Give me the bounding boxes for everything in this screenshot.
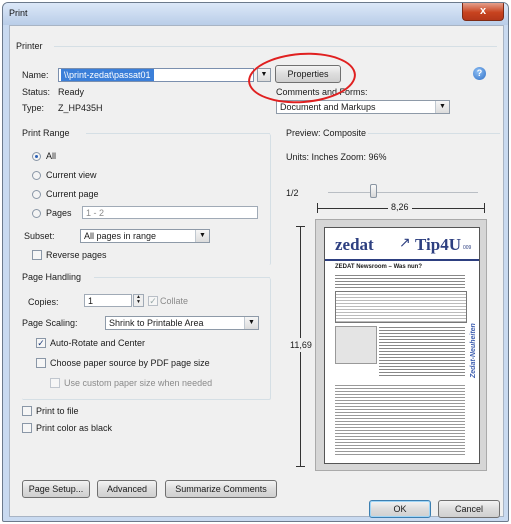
help-icon[interactable]: ? bbox=[473, 67, 486, 80]
status-label: Status: bbox=[22, 87, 51, 97]
subset-value: All pages in range bbox=[84, 231, 157, 241]
custom-paper-label: Use custom paper size when needed bbox=[64, 378, 213, 388]
preview-body-text bbox=[335, 384, 465, 456]
page-scaling-value: Shrink to Printable Area bbox=[109, 318, 204, 328]
radio-pages[interactable] bbox=[32, 209, 41, 218]
chevron-down-icon: ▼ bbox=[244, 317, 258, 329]
copies-input[interactable]: 1 bbox=[84, 294, 132, 307]
ok-button[interactable]: OK bbox=[369, 500, 431, 518]
option-pages-label: Pages bbox=[46, 208, 72, 218]
advanced-button[interactable]: Advanced bbox=[97, 480, 157, 498]
preview-headline: ZEDAT Newsroom – Was nun? bbox=[335, 264, 423, 270]
reverse-pages-label: Reverse pages bbox=[46, 250, 107, 260]
subset-label: Subset: bbox=[24, 231, 55, 241]
option-all-label: All bbox=[46, 151, 57, 161]
page-scaling-select[interactable]: Shrink to Printable Area ▼ bbox=[105, 316, 259, 330]
banner-rule bbox=[325, 259, 479, 261]
preview-column-text bbox=[379, 326, 465, 378]
print-range-group bbox=[22, 134, 271, 265]
page-scaling-label: Page Scaling: bbox=[22, 318, 78, 328]
highlight-ellipse bbox=[246, 49, 358, 107]
preview-title: Preview: Composite bbox=[286, 128, 367, 138]
height-ruler-start bbox=[296, 226, 305, 227]
preview-area: zedat ↗ Tip4U 009 ZEDAT Newsroom – Was n… bbox=[315, 219, 487, 471]
copies-label: Copies: bbox=[28, 297, 59, 307]
printer-name-label: Name: bbox=[22, 70, 49, 80]
comments-forms-value: Document and Markups bbox=[280, 102, 376, 112]
page-indicator: 1/2 bbox=[286, 188, 299, 198]
brand-right: Tip4U bbox=[415, 235, 461, 254]
print-range-divider bbox=[86, 133, 270, 134]
preview-height: 11,69 bbox=[290, 338, 312, 352]
cursor-logo-icon: ↗ bbox=[399, 234, 411, 250]
cancel-button[interactable]: Cancel bbox=[438, 500, 500, 518]
option-current-page-label: Current page bbox=[46, 189, 99, 199]
preview-divider bbox=[368, 133, 500, 134]
printer-divider bbox=[54, 46, 497, 47]
preview-banner: zedat ↗ Tip4U 009 bbox=[325, 228, 479, 260]
paper-source-label: Choose paper source by PDF page size bbox=[50, 358, 210, 368]
print-color-black-checkbox[interactable] bbox=[22, 423, 32, 433]
preview-side-text: Zedat-Neuheiten bbox=[470, 323, 477, 378]
preview-width: 8,26 bbox=[388, 202, 412, 212]
paper-source-checkbox[interactable] bbox=[36, 358, 46, 368]
status-value: Ready bbox=[58, 87, 85, 97]
preview-table bbox=[335, 291, 467, 323]
close-button[interactable]: x bbox=[462, 3, 504, 21]
printer-name-value: \\print-zedat\passat01 bbox=[61, 69, 154, 81]
collate-checkbox[interactable]: ✓ bbox=[148, 296, 158, 306]
height-ruler-end bbox=[296, 466, 305, 467]
width-ruler-end bbox=[484, 203, 485, 213]
reverse-pages-checkbox[interactable] bbox=[32, 250, 42, 260]
type-label: Type: bbox=[22, 103, 45, 113]
radio-current-page[interactable] bbox=[32, 190, 41, 199]
custom-paper-checkbox[interactable] bbox=[50, 378, 60, 388]
type-value: Z_HP435H bbox=[58, 103, 103, 113]
auto-rotate-label: Auto-Rotate and Center bbox=[50, 338, 146, 348]
radio-current-view[interactable] bbox=[32, 171, 41, 180]
print-color-black-label: Print color as black bbox=[36, 423, 113, 433]
auto-rotate-checkbox[interactable]: ✓ bbox=[36, 338, 46, 348]
title-bar[interactable]: Print x bbox=[3, 3, 508, 25]
width-ruler-start bbox=[317, 203, 318, 213]
preview-slider-track bbox=[328, 192, 478, 193]
preview-text-block bbox=[335, 274, 465, 288]
copies-stepper[interactable]: ▲ ▼ bbox=[133, 294, 144, 307]
page-setup-button[interactable]: Page Setup... bbox=[22, 480, 90, 498]
preview-page: zedat ↗ Tip4U 009 ZEDAT Newsroom – Was n… bbox=[324, 227, 480, 464]
preview-slider-thumb[interactable] bbox=[370, 184, 377, 198]
pages-input-value: 1 - 2 bbox=[86, 208, 105, 218]
copies-value: 1 bbox=[88, 296, 94, 306]
chevron-down-icon: ▼ bbox=[195, 230, 209, 242]
preview-units: Units: Inches Zoom: 96% bbox=[286, 152, 387, 162]
radio-all[interactable] bbox=[32, 152, 41, 161]
chevron-down-icon: ▼ bbox=[435, 101, 449, 113]
pages-input[interactable]: 1 - 2 bbox=[82, 206, 258, 219]
printer-name-select[interactable]: \\print-zedat\passat01 bbox=[58, 68, 254, 82]
dialog-body: Printer Name: \\print-zedat\passat01 ▼ P… bbox=[9, 25, 504, 518]
print-to-file-checkbox[interactable] bbox=[22, 406, 32, 416]
brand-sub: 009 bbox=[463, 245, 472, 251]
print-dialog: Print x Printer Name: \\print-zedat\pass… bbox=[2, 2, 509, 522]
printer-section-title: Printer bbox=[16, 41, 43, 51]
summarize-comments-button[interactable]: Summarize Comments bbox=[165, 480, 277, 498]
subset-select[interactable]: All pages in range ▼ bbox=[80, 229, 210, 243]
collate-label: Collate bbox=[160, 296, 189, 306]
brand-left: zedat bbox=[335, 235, 374, 254]
window-title: Print bbox=[9, 8, 28, 18]
preview-image bbox=[335, 326, 377, 364]
option-current-view-label: Current view bbox=[46, 170, 97, 180]
print-to-file-label: Print to file bbox=[36, 406, 79, 416]
